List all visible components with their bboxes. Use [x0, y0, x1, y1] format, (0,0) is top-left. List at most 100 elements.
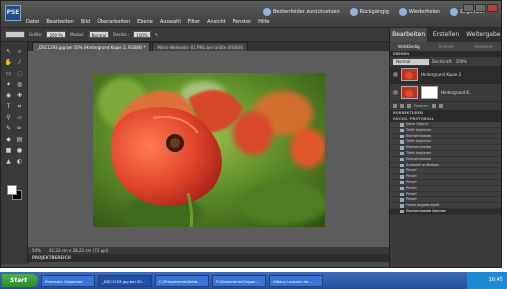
layer-toolbar: Fixieren: — [390, 102, 501, 110]
layer-row[interactable]: Hintergrund Kopie 2 — [390, 66, 501, 84]
size-field[interactable]: 200 Px — [46, 31, 67, 38]
healing-brush-icon[interactable]: ✚ — [15, 91, 24, 100]
menu-datei[interactable]: Datei — [26, 19, 39, 25]
start-button[interactable]: Start — [2, 274, 38, 287]
taskbar-item[interactable]: Albany Lessons for... — [269, 274, 323, 287]
taskbar-item[interactable]: C:\Programme\Adob... — [155, 274, 209, 287]
layer-thumbnail — [401, 68, 418, 81]
redo-button[interactable]: Wiederholen — [398, 8, 440, 16]
type-tool-icon[interactable]: T — [4, 102, 13, 111]
menu-bar: PSE Datei Bearbeiten Bild Überarbeiten E… — [1, 1, 501, 28]
history-item[interactable]: Ebenenmaske löschen — [390, 208, 501, 215]
tab-dsc1293[interactable]: _DSC1293.jpg bei 50% (Hintergrund Kopie … — [32, 42, 151, 51]
size-label: Größe: — [29, 32, 43, 37]
paint-bucket-icon[interactable]: ◆ — [4, 135, 13, 144]
tool-options-bar: Größe: 200 Px Modus: Normal Deckkr.: 100… — [1, 28, 389, 42]
magic-wand-icon[interactable]: ✦ — [4, 80, 13, 89]
layer-name: Hintergrund K... — [441, 90, 473, 95]
menu-bild[interactable]: Bild — [81, 19, 90, 25]
brush-tool-icon[interactable]: ✎ — [4, 124, 13, 133]
subtab-schnell[interactable]: Schnell — [427, 42, 464, 51]
layer-name: Hintergrund Kopie 2 — [421, 72, 462, 77]
brush-preset-picker[interactable] — [5, 31, 25, 38]
menu-ansicht[interactable]: Ansicht — [207, 19, 225, 25]
lock-icon[interactable] — [432, 104, 437, 108]
layer-controls: Normal Deckkraft: 100% — [390, 57, 501, 66]
maximize-button[interactable] — [475, 4, 486, 12]
zoom-level[interactable]: 50% — [32, 247, 41, 254]
taskbar-item[interactable]: _DSC1293.jpg bei 50... — [98, 274, 152, 287]
blur-tool-icon[interactable]: ● — [15, 146, 24, 155]
lasso-tool-icon[interactable]: ◌ — [15, 69, 24, 78]
pencil-icon[interactable]: ✏ — [15, 124, 24, 133]
tab-bearbeiten[interactable]: Bearbeiten — [390, 28, 428, 42]
layer-mask-icon[interactable] — [407, 104, 411, 108]
undo-button[interactable]: Rückgängig — [349, 8, 389, 16]
menu-hilfe[interactable]: Hilfe — [258, 19, 269, 25]
selection-brush-icon[interactable]: ◍ — [15, 80, 24, 89]
opacity-field[interactable]: 100% — [133, 31, 151, 38]
menu-filter[interactable]: Filter — [188, 19, 200, 25]
poppy-photo[interactable] — [93, 73, 325, 227]
app-logo: PSE — [5, 5, 21, 21]
clone-stamp-icon[interactable]: ⚲ — [4, 113, 13, 122]
taskbar-item[interactable]: Elements Organizer — [41, 274, 95, 287]
edit-mode-subtabs: Vollständig Schnell Assistent — [390, 42, 501, 51]
taskbar-item[interactable]: F:\Dokumente\Organ... — [212, 274, 266, 287]
main-menu: Datei Bearbeiten Bild Überarbeiten Ebene… — [26, 19, 270, 25]
hand-tool-icon[interactable]: ✋ — [4, 58, 13, 67]
tab-erstellen[interactable]: Erstellen — [427, 28, 464, 42]
history-list: Neue Ebene Tiefe kopieren Ebenenmaske Ti… — [390, 122, 501, 215]
dodge-tool-icon[interactable]: ◐ — [15, 157, 24, 166]
layer-opacity-value[interactable]: 100% — [456, 59, 467, 64]
marquee-tool-icon[interactable]: ▭ — [4, 69, 13, 78]
document-tabs: _DSC1293.jpg bei 50% (Hintergrund Kopie … — [28, 42, 389, 51]
close-button[interactable] — [487, 4, 498, 12]
gradient-icon[interactable]: ▤ — [15, 135, 24, 144]
foreground-color-swatch[interactable] — [7, 185, 17, 195]
project-bin-header[interactable]: PROJEKTBEREICH — [28, 254, 389, 262]
system-tray-clock[interactable]: 16:45 — [467, 272, 507, 289]
mode-tabs: Bearbeiten Erstellen Weitergabe — [390, 28, 501, 42]
eye-icon[interactable] — [393, 72, 398, 77]
minimize-button[interactable] — [463, 4, 474, 12]
tab-mohn[interactable]: Mohn-Wolkenbr.-01.PNG bei Größe (RGB/8) — [152, 42, 249, 51]
layer-row[interactable]: Hintergrund K... — [390, 84, 501, 102]
menu-fenster[interactable]: Fenster — [233, 19, 252, 25]
sponge-tool-icon[interactable]: ▲ — [4, 157, 13, 166]
move-tool-icon[interactable]: ↖ — [4, 47, 13, 56]
zoom-tool-icon[interactable]: ⌕ — [15, 47, 24, 56]
menu-auswahl[interactable]: Auswahl — [160, 19, 181, 25]
reset-panels-button[interactable]: Bedienfelder zurücksetzen — [263, 8, 340, 16]
trash-icon[interactable] — [439, 104, 444, 108]
canvas-area — [28, 51, 389, 247]
menu-ebene[interactable]: Ebene — [137, 19, 153, 25]
poppy-image — [93, 73, 325, 227]
menu-ueberarbeiten[interactable]: Überarbeiten — [97, 19, 130, 25]
subtab-assistent[interactable]: Assistent — [465, 42, 501, 51]
eyedropper-icon[interactable]: ⁄ — [15, 58, 24, 67]
shape-tool-icon[interactable]: ■ — [4, 146, 13, 155]
blend-mode-select[interactable]: Normal — [393, 58, 429, 65]
red-eye-icon[interactable]: ◉ — [4, 91, 13, 100]
mode-label: Modus: — [70, 32, 85, 37]
airbrush-icon[interactable]: ✎ — [155, 32, 158, 37]
new-layer-icon[interactable] — [393, 104, 397, 108]
subtab-vollstaendig[interactable]: Vollständig — [390, 42, 427, 51]
document-dimensions: 42,33 cm x 28,22 cm (72 ppi) — [48, 248, 109, 253]
layer-mask-thumbnail[interactable] — [421, 86, 438, 99]
crop-tool-icon[interactable]: ⌗ — [15, 102, 24, 111]
mode-select[interactable]: Normal — [88, 31, 110, 38]
tab-weitergabe[interactable]: Weitergabe — [465, 28, 501, 42]
adjustment-layer-icon[interactable] — [400, 104, 404, 108]
window-controls — [463, 4, 498, 12]
eye-icon[interactable] — [393, 90, 398, 95]
top-action-bar: Bedienfelder zurücksetzen Rückgängig Wie… — [263, 8, 485, 16]
redo-icon — [398, 8, 407, 16]
lock-label: Fixieren: — [414, 104, 430, 108]
toolbox: ↖ ⌕ ✋ ⁄ ▭ ◌ ✦ ◍ ◉ ✚ T ⌗ ⚲ ▱ ✎ ✏ ◆ ▤ ■ ● … — [1, 42, 28, 264]
menu-bearbeiten[interactable]: Bearbeiten — [46, 19, 73, 25]
reset-icon — [263, 8, 271, 16]
eraser-icon[interactable]: ▱ — [15, 113, 24, 122]
windows-taskbar: Start Elements Organizer _DSC1293.jpg be… — [0, 272, 507, 289]
